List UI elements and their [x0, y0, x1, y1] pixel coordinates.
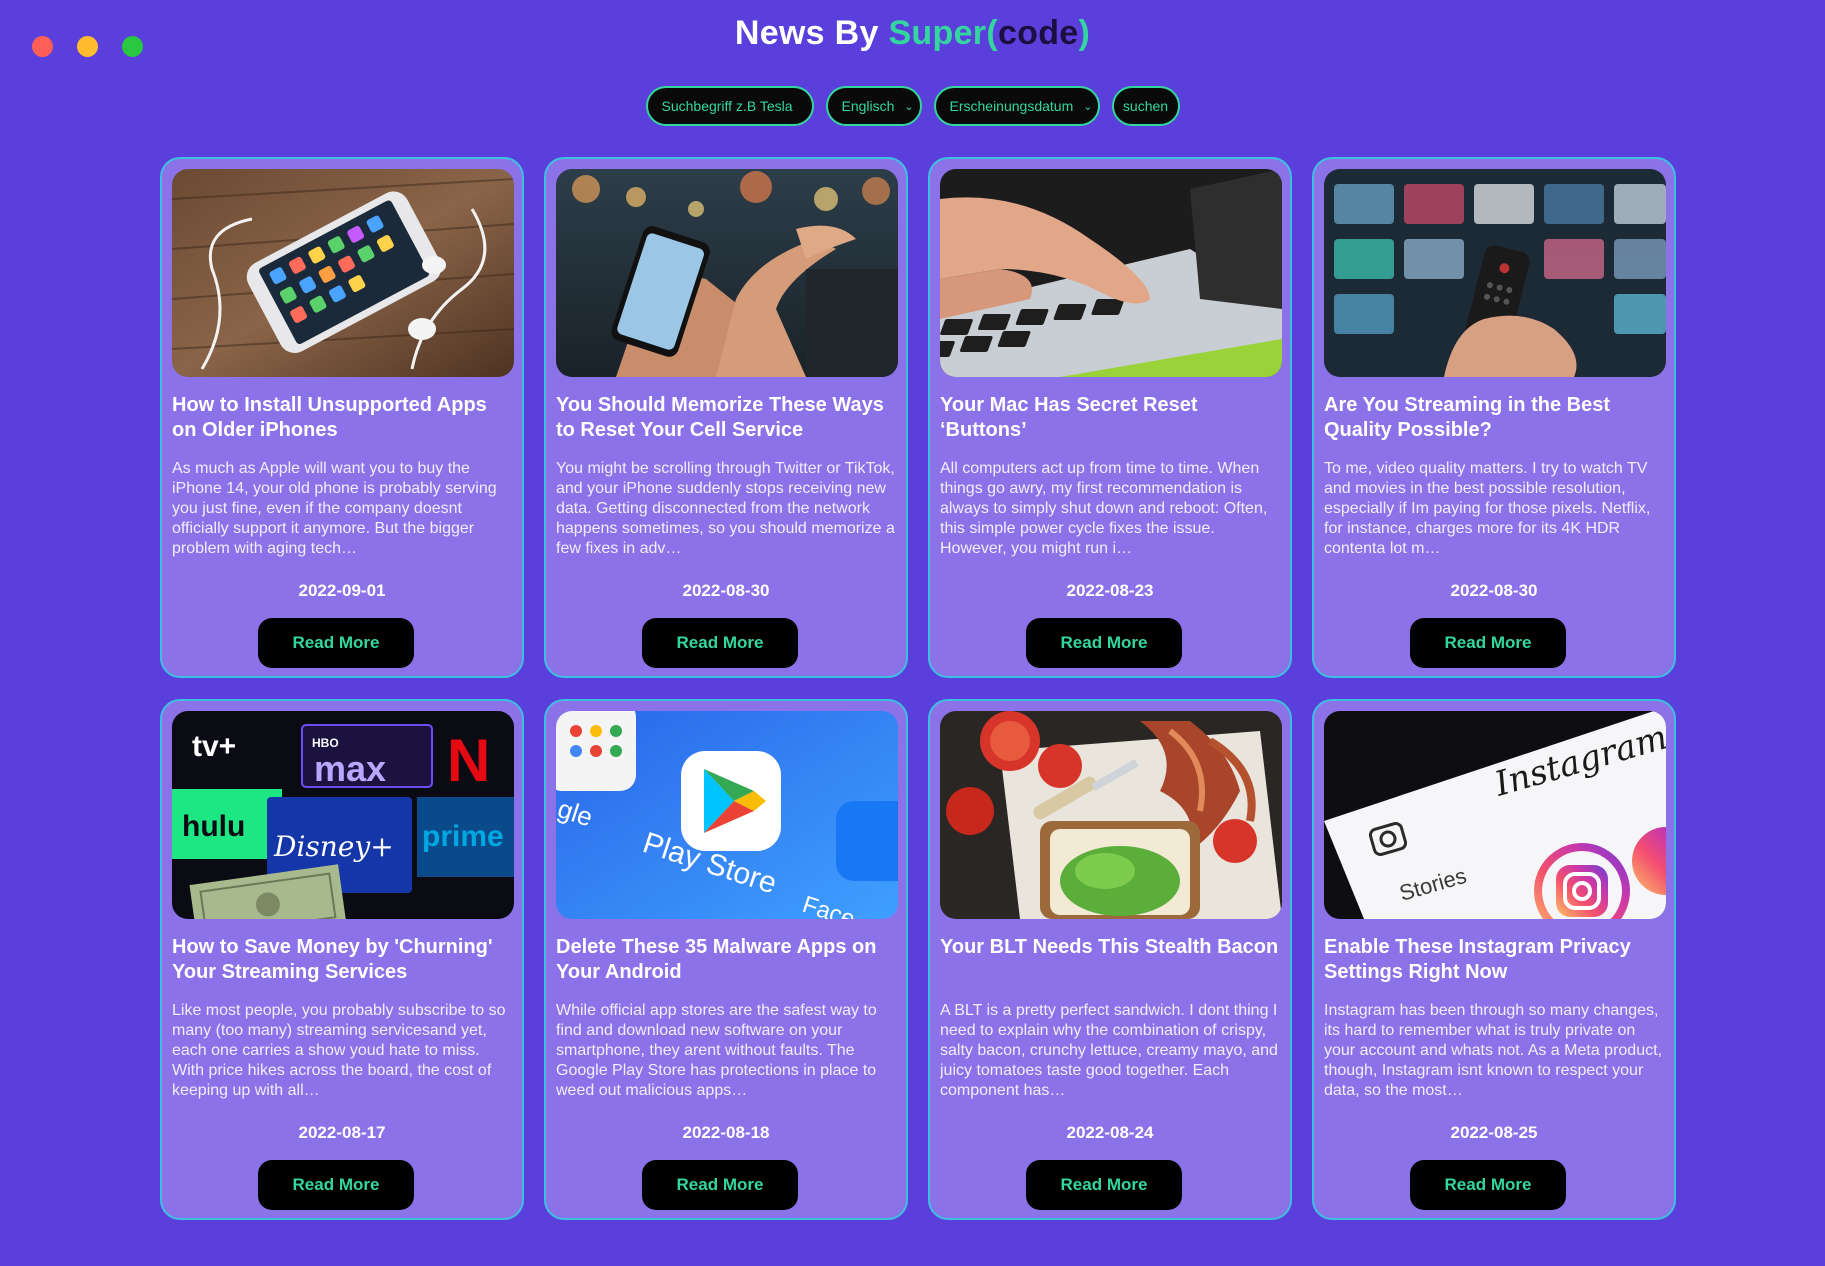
read-more-button[interactable]: Read More	[1026, 1160, 1182, 1210]
read-more-button[interactable]: Read More	[258, 618, 414, 668]
search-input[interactable]: Suchbegriff z.B Tesla	[645, 86, 814, 126]
article-title[interactable]: Enable These Instagram Privacy Settings …	[1324, 935, 1664, 985]
article-card: tv+ HBO max N hulu Disney+ prime How to …	[160, 699, 524, 1220]
article-date: 2022-08-18	[682, 1123, 770, 1142]
chevron-down-icon: ⌄	[904, 100, 914, 113]
article-date: 2022-08-23	[1066, 581, 1154, 600]
search-input-placeholder: Suchbegriff z.B Tesla	[661, 98, 793, 114]
article-image-blt-sandwich[interactable]	[940, 711, 1282, 919]
brand-paren-open: (	[986, 14, 998, 52]
article-card: gle Play Store Face Delete These 35 Malw…	[544, 699, 908, 1220]
hulu-logo: hulu	[182, 810, 245, 843]
language-select-value: Englisch	[841, 98, 895, 114]
article-image-instagram[interactable]: Instagram Stories	[1324, 711, 1666, 919]
article-image-mac-keyboard[interactable]	[940, 169, 1282, 377]
page-title: News By Super(code)	[0, 14, 1825, 53]
article-title[interactable]: How to Save Money by 'Churning' Your Str…	[172, 935, 512, 985]
search-button[interactable]: suchen	[1111, 86, 1180, 126]
article-date: 2022-08-17	[298, 1123, 386, 1142]
article-card: Your BLT Needs This Stealth Bacon A BLT …	[928, 699, 1292, 1220]
article-description: All computers act up from time to time. …	[940, 460, 1268, 557]
read-more-button[interactable]: Read More	[642, 1160, 798, 1210]
article-description: You might be scrolling through Twitter o…	[556, 460, 895, 557]
disney-plus-logo: Disney+	[273, 830, 394, 863]
article-card: How to Install Unsupported Apps on Older…	[160, 157, 524, 678]
article-card: Instagram Stories Enable These Instagram…	[1312, 699, 1676, 1220]
article-date: 2022-08-25	[1450, 1123, 1538, 1142]
article-date: 2022-09-01	[298, 581, 386, 600]
sort-select[interactable]: Erscheinungsdatum ⌄	[933, 86, 1100, 126]
brand-code: code	[997, 14, 1079, 52]
article-image-play-store[interactable]: gle Play Store Face	[556, 711, 898, 919]
article-description: A BLT is a pretty perfect sandwich. I do…	[940, 1002, 1278, 1099]
article-date: 2022-08-24	[1066, 1123, 1154, 1142]
article-card: Your Mac Has Secret Reset ‘Buttons’ All …	[928, 157, 1292, 678]
max-logo: max	[314, 748, 386, 789]
netflix-logo: N	[447, 727, 490, 794]
read-more-button[interactable]: Read More	[1410, 1160, 1566, 1210]
article-description: Like most people, you probably subscribe…	[172, 1002, 506, 1099]
search-bar: Suchbegriff z.B Tesla Englisch ⌄ Erschei…	[0, 86, 1825, 126]
article-grid: How to Install Unsupported Apps on Older…	[160, 157, 1676, 1220]
read-more-button[interactable]: Read More	[642, 618, 798, 668]
article-image-iphone[interactable]	[172, 169, 514, 377]
read-more-button[interactable]: Read More	[258, 1160, 414, 1210]
article-title[interactable]: Are You Streaming in the Best Quality Po…	[1324, 393, 1664, 443]
article-title[interactable]: Your Mac Has Secret Reset ‘Buttons’	[940, 393, 1280, 443]
article-date: 2022-08-30	[1450, 581, 1538, 600]
read-more-button[interactable]: Read More	[1410, 618, 1566, 668]
article-image-tv-remote[interactable]	[1324, 169, 1666, 377]
chevron-down-icon: ⌄	[1083, 100, 1093, 113]
sort-select-value: Erscheinungsdatum	[949, 98, 1074, 114]
article-title[interactable]: How to Install Unsupported Apps on Older…	[172, 393, 512, 443]
brand-paren-close: )	[1078, 14, 1091, 52]
article-image-streaming-logos[interactable]: tv+ HBO max N hulu Disney+ prime	[172, 711, 514, 919]
article-description: Instagram has been through so many chang…	[1324, 1002, 1662, 1099]
article-image-phone-hand[interactable]	[556, 169, 898, 377]
article-card: Are You Streaming in the Best Quality Po…	[1312, 157, 1676, 678]
article-description: To me, video quality matters. I try to w…	[1324, 460, 1651, 557]
prime-logo: prime	[422, 820, 504, 853]
article-description: As much as Apple will want you to buy th…	[172, 460, 497, 557]
article-card: You Should Memorize These Ways to Reset …	[544, 157, 908, 678]
article-title[interactable]: You Should Memorize These Ways to Reset …	[556, 393, 896, 443]
read-more-button[interactable]: Read More	[1026, 618, 1182, 668]
article-title[interactable]: Delete These 35 Malware Apps on Your And…	[556, 935, 896, 985]
brand-super: Super	[888, 14, 987, 52]
language-select[interactable]: Englisch ⌄	[825, 86, 922, 126]
article-title[interactable]: Your BLT Needs This Stealth Bacon	[940, 935, 1280, 985]
article-date: 2022-08-30	[682, 581, 770, 600]
tv-plus-logo: tv+	[192, 730, 236, 763]
article-description: While official app stores are the safest…	[556, 1002, 877, 1099]
title-prefix: News By	[734, 14, 889, 52]
